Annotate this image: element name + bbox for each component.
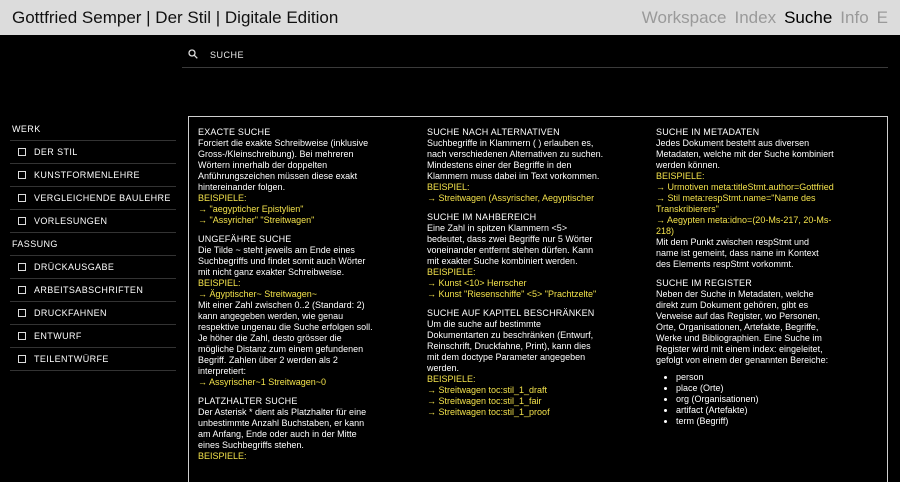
- examples-label: BEISPIELE:: [656, 171, 705, 181]
- help-section-fuzzy: UNGEFÄHRE SUCHE Die Tilde ~ steht jeweil…: [198, 234, 376, 388]
- filter-vorlesungen[interactable]: VORLESUNGEN: [10, 210, 176, 233]
- search-bar[interactable]: SUCHE: [182, 42, 888, 68]
- filter-label: TEILENTWÜRFE: [34, 354, 109, 364]
- section-text: Forciert die exakte Schreibweise (inklus…: [198, 138, 369, 192]
- section-text: Suchbegriffe in Klammern ( ) erlauben es…: [427, 138, 604, 181]
- section-title: SUCHE IM REGISTER: [656, 278, 752, 288]
- example-link[interactable]: → "Assyricher" "Streitwagen": [198, 215, 376, 226]
- examples-label: BEISPIELE:: [427, 267, 476, 277]
- filter-vergleichende-baulehre[interactable]: VERGLEICHENDE BAULEHRE: [10, 187, 176, 210]
- help-section-register: SUCHE IM REGISTER Neben der Suche in Met…: [656, 278, 834, 427]
- section-text: Mit dem Punkt zwischen respStmt und name…: [656, 237, 819, 269]
- examples-label: BEISPIEL:: [198, 278, 241, 288]
- help-column-1: EXACTE SUCHE Forciert die exakte Schreib…: [198, 127, 376, 470]
- filter-label: VERGLEICHENDE BAULEHRE: [34, 193, 171, 203]
- filter-druckausgabe[interactable]: DRÜCKAUSGABE: [10, 256, 176, 279]
- list-item: term (Begriff): [676, 416, 834, 427]
- section-text: Jedes Dokument besteht aus diversen Meta…: [656, 138, 834, 170]
- search-help-panel: EXACTE SUCHE Forciert die exakte Schreib…: [188, 116, 888, 482]
- checkbox[interactable]: [18, 194, 26, 202]
- nav-workspace[interactable]: Workspace: [642, 8, 727, 28]
- filter-label: VORLESUNGEN: [34, 216, 108, 226]
- section-title: SUCHE IN METADATEN: [656, 127, 760, 137]
- sidebar-heading-werk: WERK: [10, 118, 176, 141]
- section-text: Der Asterisk * dient als Platzhalter für…: [198, 407, 367, 450]
- examples-label: BEISPIELE:: [427, 374, 476, 384]
- checkbox[interactable]: [18, 263, 26, 271]
- section-title: EXACTE SUCHE: [198, 127, 271, 137]
- section-text: Neben der Suche in Metadaten, welche dir…: [656, 289, 829, 365]
- example-link[interactable]: → "aegypticher Epistylien": [198, 204, 376, 215]
- nav-index[interactable]: Index: [735, 8, 777, 28]
- example-link[interactable]: → Urmotiven meta:titleStmt.author=Gottfr…: [656, 182, 834, 193]
- checkbox[interactable]: [18, 171, 26, 179]
- search-icon: [188, 49, 198, 59]
- section-title: SUCHE IM NAHBEREICH: [427, 212, 537, 222]
- checkbox[interactable]: [18, 148, 26, 156]
- register-list: person place (Orte) org (Organisationen)…: [656, 372, 834, 427]
- filter-der-stil[interactable]: DER STIL: [10, 141, 176, 164]
- help-section-metadata: SUCHE IN METADATEN Jedes Dokument besteh…: [656, 127, 834, 270]
- example-link[interactable]: → Assyrischer~1 Streitwagen~0: [198, 377, 376, 388]
- examples-label: BEISPIEL:: [427, 182, 470, 192]
- example-link[interactable]: → Ägyptischer~ Streitwagen~: [198, 289, 376, 300]
- help-column-2: SUCHE NACH ALTERNATIVEN Suchbegriffe in …: [427, 127, 605, 426]
- section-title: UNGEFÄHRE SUCHE: [198, 234, 292, 244]
- sidebar: WERK DER STIL KUNSTFORMENLEHRE VERGLEICH…: [10, 118, 176, 371]
- section-title: SUCHE NACH ALTERNATIVEN: [427, 127, 560, 137]
- help-section-chapter: SUCHE AUF KAPITEL BESCHRÄNKEN Um die suc…: [427, 308, 605, 418]
- checkbox[interactable]: [18, 355, 26, 363]
- examples-label: BEISPIELE:: [198, 451, 247, 461]
- filter-arbeitsabschriften[interactable]: ARBEITSABSCHRIFTEN: [10, 279, 176, 302]
- section-text: Die Tilde ~ steht jeweils am Ende eines …: [198, 245, 366, 277]
- section-text: Mit einer Zahl zwischen 0..2 (Standard: …: [198, 300, 373, 376]
- top-nav: Workspace Index Suche Info E: [642, 8, 888, 28]
- nav-language[interactable]: E: [877, 8, 888, 28]
- example-link[interactable]: → Kunst <10> Herrscher: [427, 278, 605, 289]
- list-item: place (Orte): [676, 383, 834, 394]
- example-link[interactable]: → Stil meta:respStmt.name="Name des Tran…: [656, 193, 834, 215]
- app-title: Gottfried Semper | Der Stil | Digitale E…: [12, 8, 339, 27]
- help-section-exact: EXACTE SUCHE Forciert die exakte Schreib…: [198, 127, 376, 226]
- section-title: SUCHE AUF KAPITEL BESCHRÄNKEN: [427, 308, 595, 318]
- list-item: person: [676, 372, 834, 383]
- example-link[interactable]: → Aegypten meta:idno=(20-Ms-217, 20-Ms-2…: [656, 215, 834, 237]
- filter-label: KUNSTFORMENLEHRE: [34, 170, 140, 180]
- example-link[interactable]: → Kunst "Riesenschiffe" <5> "Prachtzelte…: [427, 289, 605, 300]
- help-column-3: SUCHE IN METADATEN Jedes Dokument besteh…: [656, 127, 834, 435]
- help-section-wildcard: PLATZHALTER SUCHE Der Asterisk * dient a…: [198, 396, 376, 462]
- filter-kunstformenlehre[interactable]: KUNSTFORMENLEHRE: [10, 164, 176, 187]
- nav-suche[interactable]: Suche: [784, 8, 832, 28]
- example-link[interactable]: → Streitwagen toc:stil_1_draft: [427, 385, 605, 396]
- checkbox[interactable]: [18, 309, 26, 317]
- example-link[interactable]: → Streitwagen (Assyrischer, Aegyptischer: [427, 193, 605, 204]
- help-section-alternatives: SUCHE NACH ALTERNATIVEN Suchbegriffe in …: [427, 127, 605, 204]
- section-text: Eine Zahl in spitzen Klammern <5> bedeut…: [427, 223, 594, 266]
- examples-label: BEISPIELE:: [198, 193, 247, 203]
- filter-label: DER STIL: [34, 147, 78, 157]
- example-link[interactable]: → Streitwagen toc:stil_1_proof: [427, 407, 605, 418]
- example-link[interactable]: → Streitwagen toc:stil_1_fair: [427, 396, 605, 407]
- checkbox[interactable]: [18, 217, 26, 225]
- filter-label: DRUCKFAHNEN: [34, 308, 107, 318]
- filter-label: ENTWURF: [34, 331, 82, 341]
- top-bar: Gottfried Semper | Der Stil | Digitale E…: [0, 0, 900, 35]
- search-input[interactable]: SUCHE: [210, 50, 244, 60]
- sidebar-heading-fassung: FASSUNG: [10, 233, 176, 256]
- filter-druckfahnen[interactable]: DRUCKFAHNEN: [10, 302, 176, 325]
- filter-entwurf[interactable]: ENTWURF: [10, 325, 176, 348]
- list-item: artifact (Artefakte): [676, 405, 834, 416]
- help-section-proximity: SUCHE IM NAHBEREICH Eine Zahl in spitzen…: [427, 212, 605, 300]
- filter-label: ARBEITSABSCHRIFTEN: [34, 285, 144, 295]
- filter-label: DRÜCKAUSGABE: [34, 262, 115, 272]
- nav-info[interactable]: Info: [840, 8, 868, 28]
- checkbox[interactable]: [18, 332, 26, 340]
- section-title: PLATZHALTER SUCHE: [198, 396, 298, 406]
- list-item: org (Organisationen): [676, 394, 834, 405]
- checkbox[interactable]: [18, 286, 26, 294]
- section-text: Um die suche auf bestimmte Dokumentarten…: [427, 319, 594, 373]
- filter-teilentwuerfe[interactable]: TEILENTWÜRFE: [10, 348, 176, 371]
